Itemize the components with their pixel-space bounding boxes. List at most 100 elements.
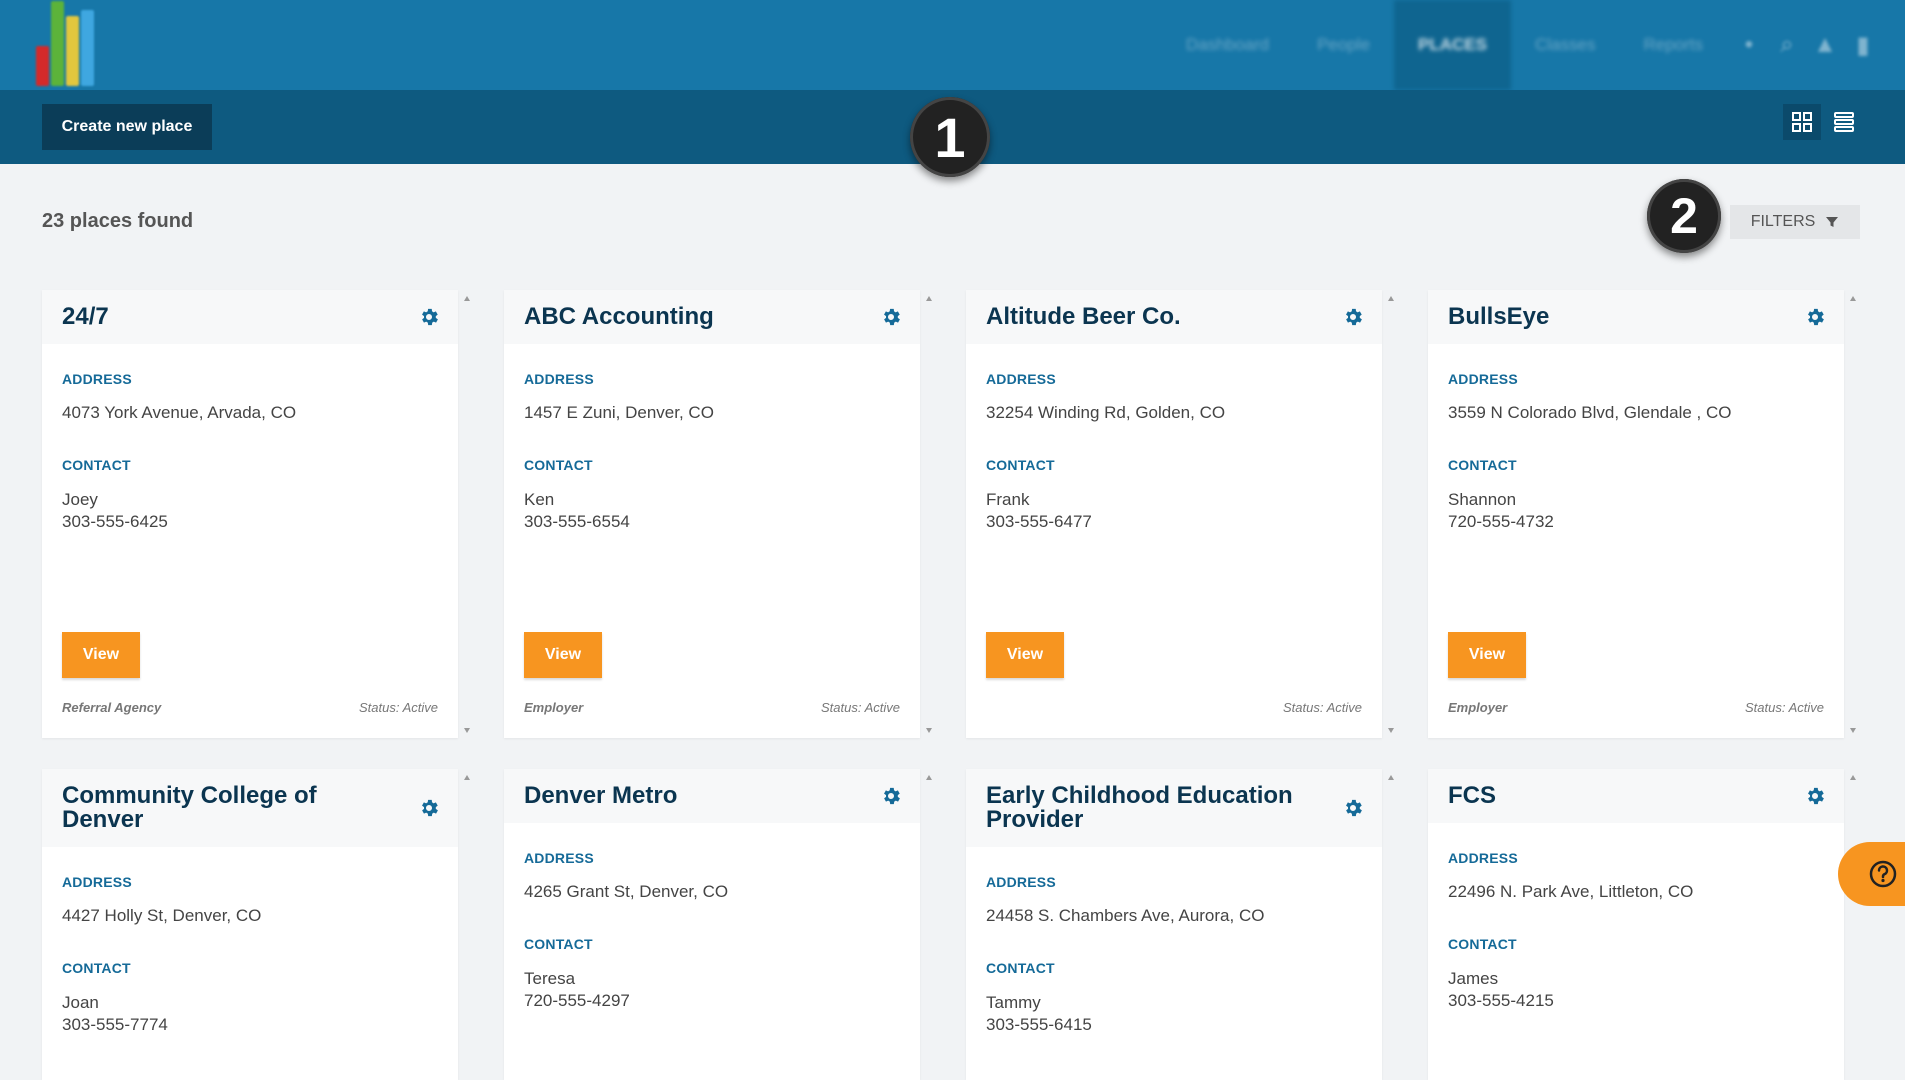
contact-phone: 303-555-4215 [1448, 991, 1554, 1010]
bell-icon[interactable]: ▲ [1813, 31, 1837, 59]
callout-badge-2: 2 [1647, 179, 1721, 253]
place-name[interactable]: FCS [1448, 784, 1496, 808]
card-scroll-down-icon[interactable] [464, 728, 470, 733]
filters-button[interactable]: FILTERS [1730, 205, 1860, 239]
card-scroll-down-icon[interactable] [1388, 728, 1394, 733]
card-scroll-up-icon[interactable] [464, 775, 470, 780]
nav-item-classes[interactable]: Classes [1511, 0, 1619, 90]
place-card: Denver Metro ADDRESS 4265 Grant St, Denver… [504, 769, 920, 1080]
help-button[interactable] [1838, 842, 1905, 906]
gear-icon[interactable] [1804, 785, 1826, 807]
results-count: 23 places found [42, 210, 194, 232]
card-scroll-up-icon[interactable] [1850, 296, 1856, 301]
contact-label: CONTACT [524, 936, 593, 952]
place-status: Status: Active [1745, 700, 1824, 715]
place-name[interactable]: Early Childhood Education Provider [986, 784, 1322, 832]
contact-name: Joey [62, 490, 98, 509]
view-toggle [1783, 104, 1863, 140]
card-header: FCS [1428, 769, 1844, 823]
place-status: Status: Active [1283, 700, 1362, 715]
card-scroll-down-icon[interactable] [926, 728, 932, 733]
nav-item-people[interactable]: People [1293, 0, 1394, 90]
contact-label: CONTACT [986, 960, 1055, 976]
card-header: Early Childhood Education Provider [966, 769, 1382, 847]
card-header: Community College of Denver [42, 769, 458, 847]
card-scroll-up-icon[interactable] [926, 296, 932, 301]
card-scroll-down-icon[interactable] [1850, 728, 1856, 733]
view-button[interactable]: View [986, 632, 1064, 678]
place-name[interactable]: Altitude Beer Co. [986, 305, 1181, 329]
place-name[interactable]: Community College of Denver [62, 784, 398, 832]
card-header: Denver Metro [504, 769, 920, 823]
top-navigation: Dashboard People PLACES Classes Reports • ⌕ ▲ ▮ [0, 0, 1905, 90]
nav-icon-group: • ⌕ ▲ ▮ [1727, 31, 1905, 59]
address-label: ADDRESS [986, 371, 1056, 387]
address-label: ADDRESS [524, 850, 594, 866]
view-button[interactable]: View [524, 632, 602, 678]
nav-item-reports[interactable]: Reports [1619, 0, 1727, 90]
contact-phone: 303-555-6425 [62, 512, 168, 531]
place-name[interactable]: 24/7 [62, 305, 109, 329]
address-value: 22496 N. Park Ave, Littleton, CO [1448, 882, 1694, 901]
app-logo[interactable] [36, 0, 126, 90]
nav-item-places[interactable]: PLACES [1394, 0, 1511, 90]
place-card: 24/7 ADDRESS 4073 York Avenue, Arvada, CO C… [42, 290, 458, 738]
grid-view-icon[interactable] [1783, 104, 1821, 140]
place-status: Status: Active [359, 700, 438, 715]
place-card: Early Childhood Education Provider ADDRES… [966, 769, 1382, 1080]
place-type: Employer [524, 700, 584, 715]
contact-phone: 720-555-4297 [524, 991, 630, 1010]
address-label: ADDRESS [62, 371, 132, 387]
place-name[interactable]: BullsEye [1448, 305, 1549, 329]
gear-icon[interactable] [1804, 306, 1826, 328]
address-value: 4265 Grant St, Denver, CO [524, 882, 729, 901]
contact-phone: 303-555-6554 [524, 512, 630, 531]
search-icon[interactable]: ⌕ [1775, 31, 1799, 59]
place-card: Community College of Denver ADDRESS 4427 H… [42, 769, 458, 1080]
place-name[interactable]: Denver Metro [524, 784, 677, 808]
contact-phone: 303-555-6477 [986, 512, 1092, 531]
card-scroll-up-icon[interactable] [1388, 296, 1394, 301]
address-label: ADDRESS [1448, 371, 1518, 387]
user-icon[interactable]: ▮ [1851, 31, 1875, 59]
list-view-icon[interactable] [1825, 104, 1863, 140]
view-button[interactable]: View [1448, 632, 1526, 678]
gear-icon[interactable] [418, 797, 440, 819]
place-type: Employer [1448, 700, 1508, 715]
contact-phone: 303-555-7774 [62, 1015, 168, 1034]
contact-name: Shannon [1448, 490, 1517, 509]
card-header: 24/7 [42, 290, 458, 344]
lightbulb-icon[interactable]: • [1737, 31, 1761, 59]
gear-icon[interactable] [1342, 797, 1364, 819]
address-value: 1457 E Zuni, Denver, CO [524, 403, 714, 422]
create-new-place-button[interactable]: Create new place [42, 104, 212, 150]
card-scroll-up-icon[interactable] [1850, 775, 1856, 780]
address-value: 3559 N Colorado Blvd, Glendale , CO [1448, 403, 1732, 422]
address-value: 32254 Winding Rd, Golden, CO [986, 403, 1226, 422]
address-label: ADDRESS [986, 874, 1056, 890]
gear-icon[interactable] [1342, 306, 1364, 328]
place-name[interactable]: ABC Accounting [524, 305, 714, 329]
gear-icon[interactable] [880, 306, 902, 328]
place-card: Altitude Beer Co. ADDRESS 32254 Winding Rd… [966, 290, 1382, 738]
address-value: 24458 S. Chambers Ave, Aurora, CO [986, 906, 1265, 925]
place-type: Referral Agency [62, 700, 162, 715]
gear-icon[interactable] [418, 306, 440, 328]
contact-phone: 720-555-4732 [1448, 512, 1554, 531]
card-scroll-up-icon[interactable] [926, 775, 932, 780]
contact-label: CONTACT [1448, 457, 1517, 473]
contact-label: CONTACT [62, 960, 131, 976]
card-scroll-up-icon[interactable] [464, 296, 470, 301]
nav-item-dashboard[interactable]: Dashboard [1162, 0, 1293, 90]
contact-name: Ken [524, 490, 555, 509]
gear-icon[interactable] [880, 785, 902, 807]
contact-name: Joan [62, 993, 99, 1012]
view-button[interactable]: View [62, 632, 140, 678]
filter-icon [1826, 217, 1839, 227]
place-card: BullsEye ADDRESS 3559 N Colorado Blvd, Gle… [1428, 290, 1844, 738]
card-header: BullsEye [1428, 290, 1844, 344]
contact-label: CONTACT [524, 457, 593, 473]
card-scroll-up-icon[interactable] [1388, 775, 1394, 780]
contact-label: CONTACT [62, 457, 131, 473]
contact-name: Frank [986, 490, 1030, 509]
